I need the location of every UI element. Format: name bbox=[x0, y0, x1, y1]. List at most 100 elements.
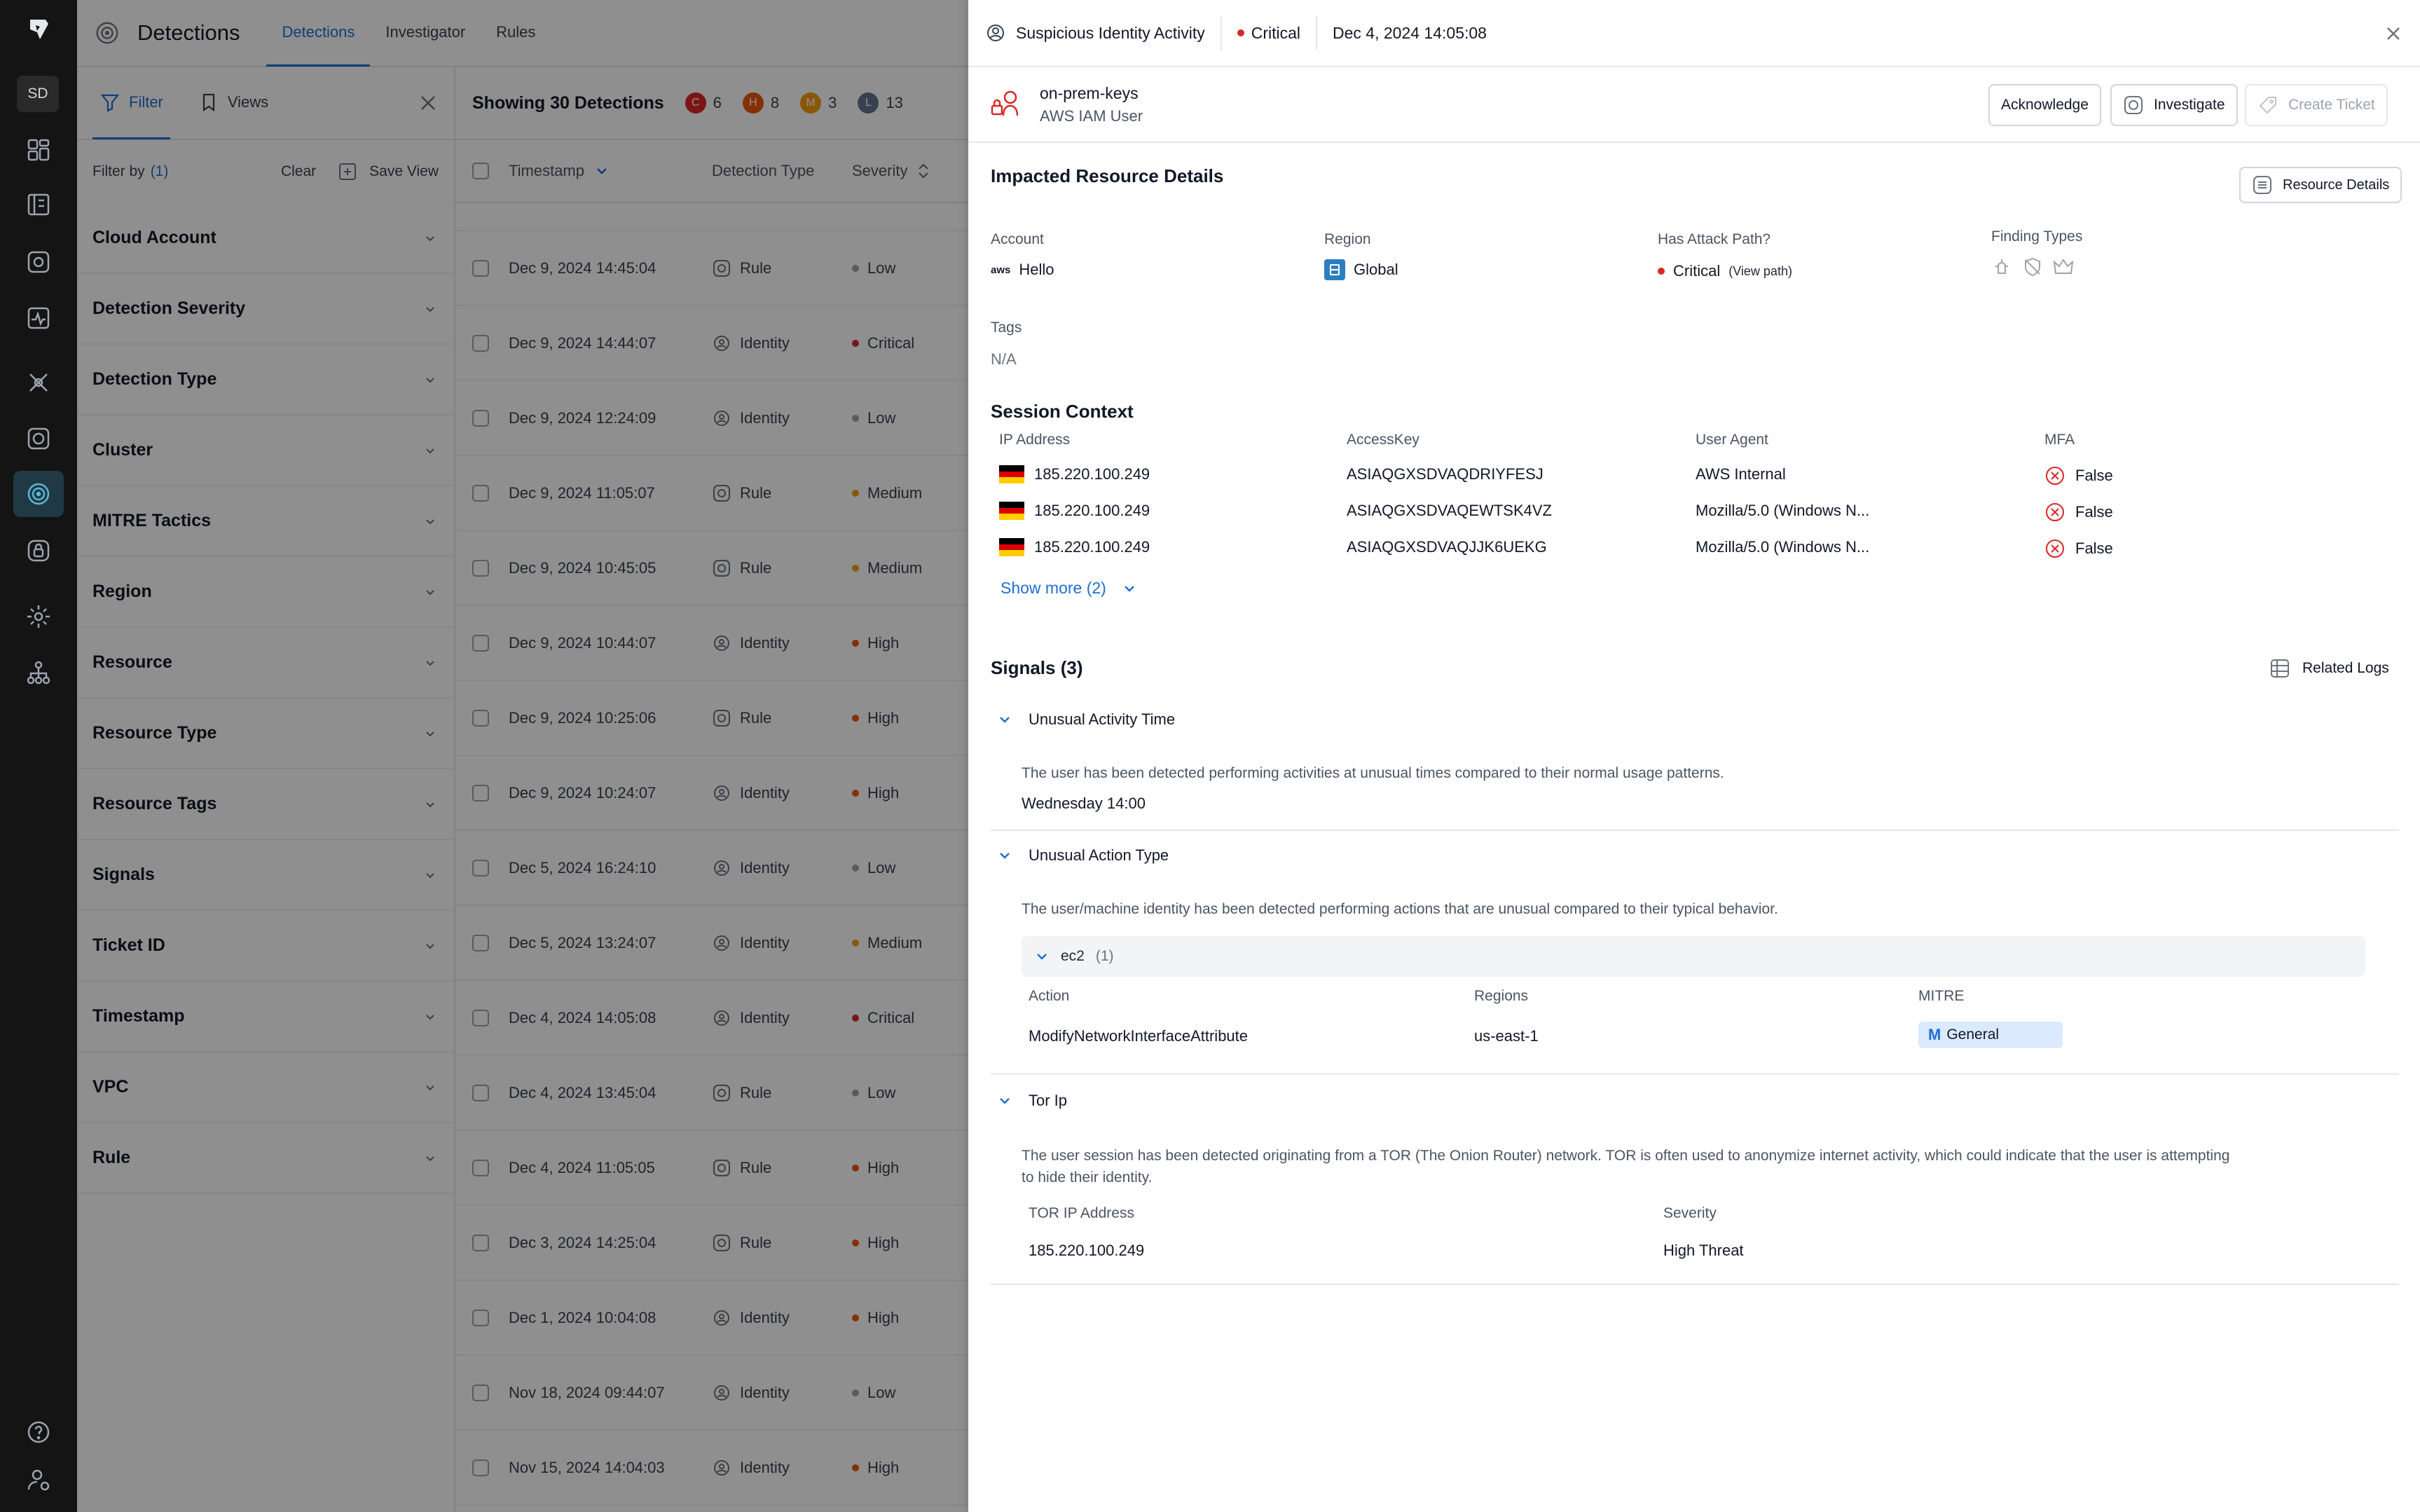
mitre-tag[interactable]: M General bbox=[1918, 1022, 2063, 1048]
germany-flag-icon bbox=[999, 538, 1024, 556]
create-ticket-button[interactable]: Create Ticket bbox=[2245, 84, 2388, 126]
service-count: (1) bbox=[1095, 948, 1114, 964]
investigate-label: Investigate bbox=[2154, 97, 2225, 113]
detection-title: Suspicious Identity Activity bbox=[1016, 23, 1205, 42]
explorer-icon[interactable] bbox=[25, 248, 53, 276]
view-path-link[interactable]: (View path) bbox=[1728, 264, 1792, 279]
chevron-down-icon bbox=[1037, 954, 1047, 960]
divider bbox=[991, 1073, 2399, 1075]
signal-unusual-action-type[interactable]: Unusual Action Type bbox=[996, 846, 1169, 865]
col-action: Action bbox=[1029, 988, 1070, 1004]
signal-title: Tor Ip bbox=[1029, 1092, 1068, 1109]
account-label: Account bbox=[991, 231, 1044, 247]
attack-path-severity: Critical bbox=[1673, 262, 1721, 280]
chevron-down-icon bbox=[1124, 585, 1134, 592]
tor-ip-value: 185.220.100.249 bbox=[1029, 1242, 1145, 1259]
attack-path-label: Has Attack Path? bbox=[1658, 231, 1771, 247]
related-logs-button[interactable]: Related Logs bbox=[2269, 657, 2389, 680]
signal-unusual-activity-time[interactable]: Unusual Activity Time bbox=[996, 710, 1175, 729]
acknowledge-label: Acknowledge bbox=[2001, 97, 2089, 113]
acknowledge-button[interactable]: Acknowledge bbox=[1988, 84, 2101, 126]
help-icon[interactable] bbox=[25, 1418, 53, 1446]
ip-text: 185.220.100.249 bbox=[1034, 538, 1150, 556]
critical-dot bbox=[1658, 268, 1665, 275]
impacted-resource-title: Impacted Resource Details bbox=[991, 165, 1224, 186]
ip-text: 185.220.100.249 bbox=[1034, 502, 1150, 519]
region-value: us-east-1 bbox=[1474, 1027, 1539, 1045]
col-ip-address: IP Address bbox=[999, 432, 1071, 448]
identity-row: on-prem-keys AWS IAM User Acknowledge In… bbox=[968, 67, 2420, 143]
vulnerability-icon[interactable] bbox=[25, 369, 53, 397]
compliance-icon[interactable] bbox=[25, 425, 53, 453]
vulnerability-finding-icon[interactable] bbox=[1991, 256, 2012, 277]
signal-description: The user/machine identity has been detec… bbox=[1022, 901, 1778, 917]
col-mitre: MITRE bbox=[1918, 988, 1965, 1004]
account-value: aws Hello bbox=[991, 261, 1054, 279]
create-ticket-label: Create Ticket bbox=[2288, 97, 2375, 113]
divider bbox=[991, 1284, 2399, 1285]
signal-description: The user session has been detected origi… bbox=[1022, 1145, 2374, 1188]
chevron-down-icon bbox=[1000, 1098, 1010, 1104]
identity-type: AWS IAM User bbox=[1040, 106, 1143, 125]
user-settings-icon[interactable] bbox=[25, 1466, 53, 1494]
service-group-ec2[interactable]: ec2 (1) bbox=[1022, 936, 2365, 977]
logs-icon bbox=[2271, 659, 2289, 678]
mfa-text: False bbox=[2075, 503, 2113, 521]
signal-description-line: The user session has been detected origi… bbox=[1022, 1148, 2230, 1164]
signal-title: Unusual Action Type bbox=[1029, 846, 1169, 864]
dashboard-icon[interactable] bbox=[25, 136, 53, 164]
divider bbox=[991, 830, 2399, 831]
region-name: Global bbox=[1354, 261, 1398, 278]
divider bbox=[1220, 15, 1222, 50]
divider bbox=[1316, 15, 1318, 50]
close-icon[interactable] bbox=[2384, 24, 2403, 43]
region-icon bbox=[1324, 259, 1345, 280]
inventory-icon[interactable] bbox=[25, 191, 53, 219]
signal-title: Unusual Activity Time bbox=[1029, 710, 1176, 728]
crown-finding-icon[interactable] bbox=[2053, 256, 2074, 277]
action-value: ModifyNetworkInterfaceAttribute bbox=[1029, 1027, 1249, 1045]
left-nav-rail: SD bbox=[0, 0, 77, 1512]
app-logo-icon[interactable] bbox=[26, 17, 51, 42]
investigate-icon bbox=[2124, 96, 2143, 114]
investigate-button[interactable]: Investigate bbox=[2110, 84, 2238, 126]
signal-tor-ip[interactable]: Tor Ip bbox=[996, 1092, 1067, 1110]
settings-icon[interactable] bbox=[25, 603, 53, 631]
resource-details-button[interactable]: Resource Details bbox=[2239, 167, 2402, 203]
attack-path-value: Critical (View path) bbox=[1658, 262, 1792, 280]
service-name: ec2 bbox=[1061, 948, 1085, 964]
tags-value: N/A bbox=[991, 350, 1017, 368]
workspace-avatar[interactable]: SD bbox=[17, 76, 59, 112]
critical-dot bbox=[1237, 29, 1244, 36]
chevron-down-icon bbox=[1000, 717, 1010, 723]
col-user-agent: User Agent bbox=[1696, 432, 1768, 448]
session-access-key: ASIAQGXSDVAQEWTSK4VZ bbox=[1347, 502, 1552, 519]
mfa-text: False bbox=[2075, 539, 2113, 557]
finding-types-icons bbox=[1991, 256, 2074, 277]
misconfiguration-finding-icon[interactable] bbox=[2022, 256, 2043, 277]
modal-backdrop[interactable] bbox=[77, 0, 968, 1512]
session-mfa: False bbox=[2044, 465, 2113, 486]
aws-logo-icon: aws bbox=[991, 263, 1011, 276]
severity-indicator: Critical bbox=[1237, 24, 1300, 43]
session-user-agent: AWS Internal bbox=[1696, 465, 1786, 483]
identity-icon[interactable] bbox=[25, 537, 53, 565]
show-more-button[interactable]: Show more (2) bbox=[1001, 579, 1137, 598]
detection-timestamp: Dec 4, 2024 14:05:08 bbox=[1333, 23, 1487, 42]
ip-text: 185.220.100.249 bbox=[1034, 465, 1150, 483]
org-icon[interactable] bbox=[25, 659, 53, 687]
session-access-key: ASIAQGXSDVAQJJK6UEKG bbox=[1347, 538, 1547, 556]
activity-icon[interactable] bbox=[25, 304, 53, 332]
mitre-icon: M bbox=[1928, 1026, 1941, 1043]
mitre-label: General bbox=[1946, 1026, 2000, 1043]
session-ip: 185.220.100.249 bbox=[999, 538, 1150, 556]
detections-icon[interactable] bbox=[13, 471, 64, 517]
col-regions: Regions bbox=[1474, 988, 1529, 1004]
session-access-key: ASIAQGXSDVAQDRIYFESJ bbox=[1347, 465, 1544, 483]
region-label: Region bbox=[1324, 231, 1371, 247]
signal-description-line: to hide their identity. bbox=[1022, 1169, 1153, 1185]
col-mfa: MFA bbox=[2044, 432, 2075, 448]
region-value: Global bbox=[1324, 259, 1398, 280]
session-mfa: False bbox=[2044, 502, 2113, 523]
signals-title: Signals (3) bbox=[991, 657, 1083, 678]
